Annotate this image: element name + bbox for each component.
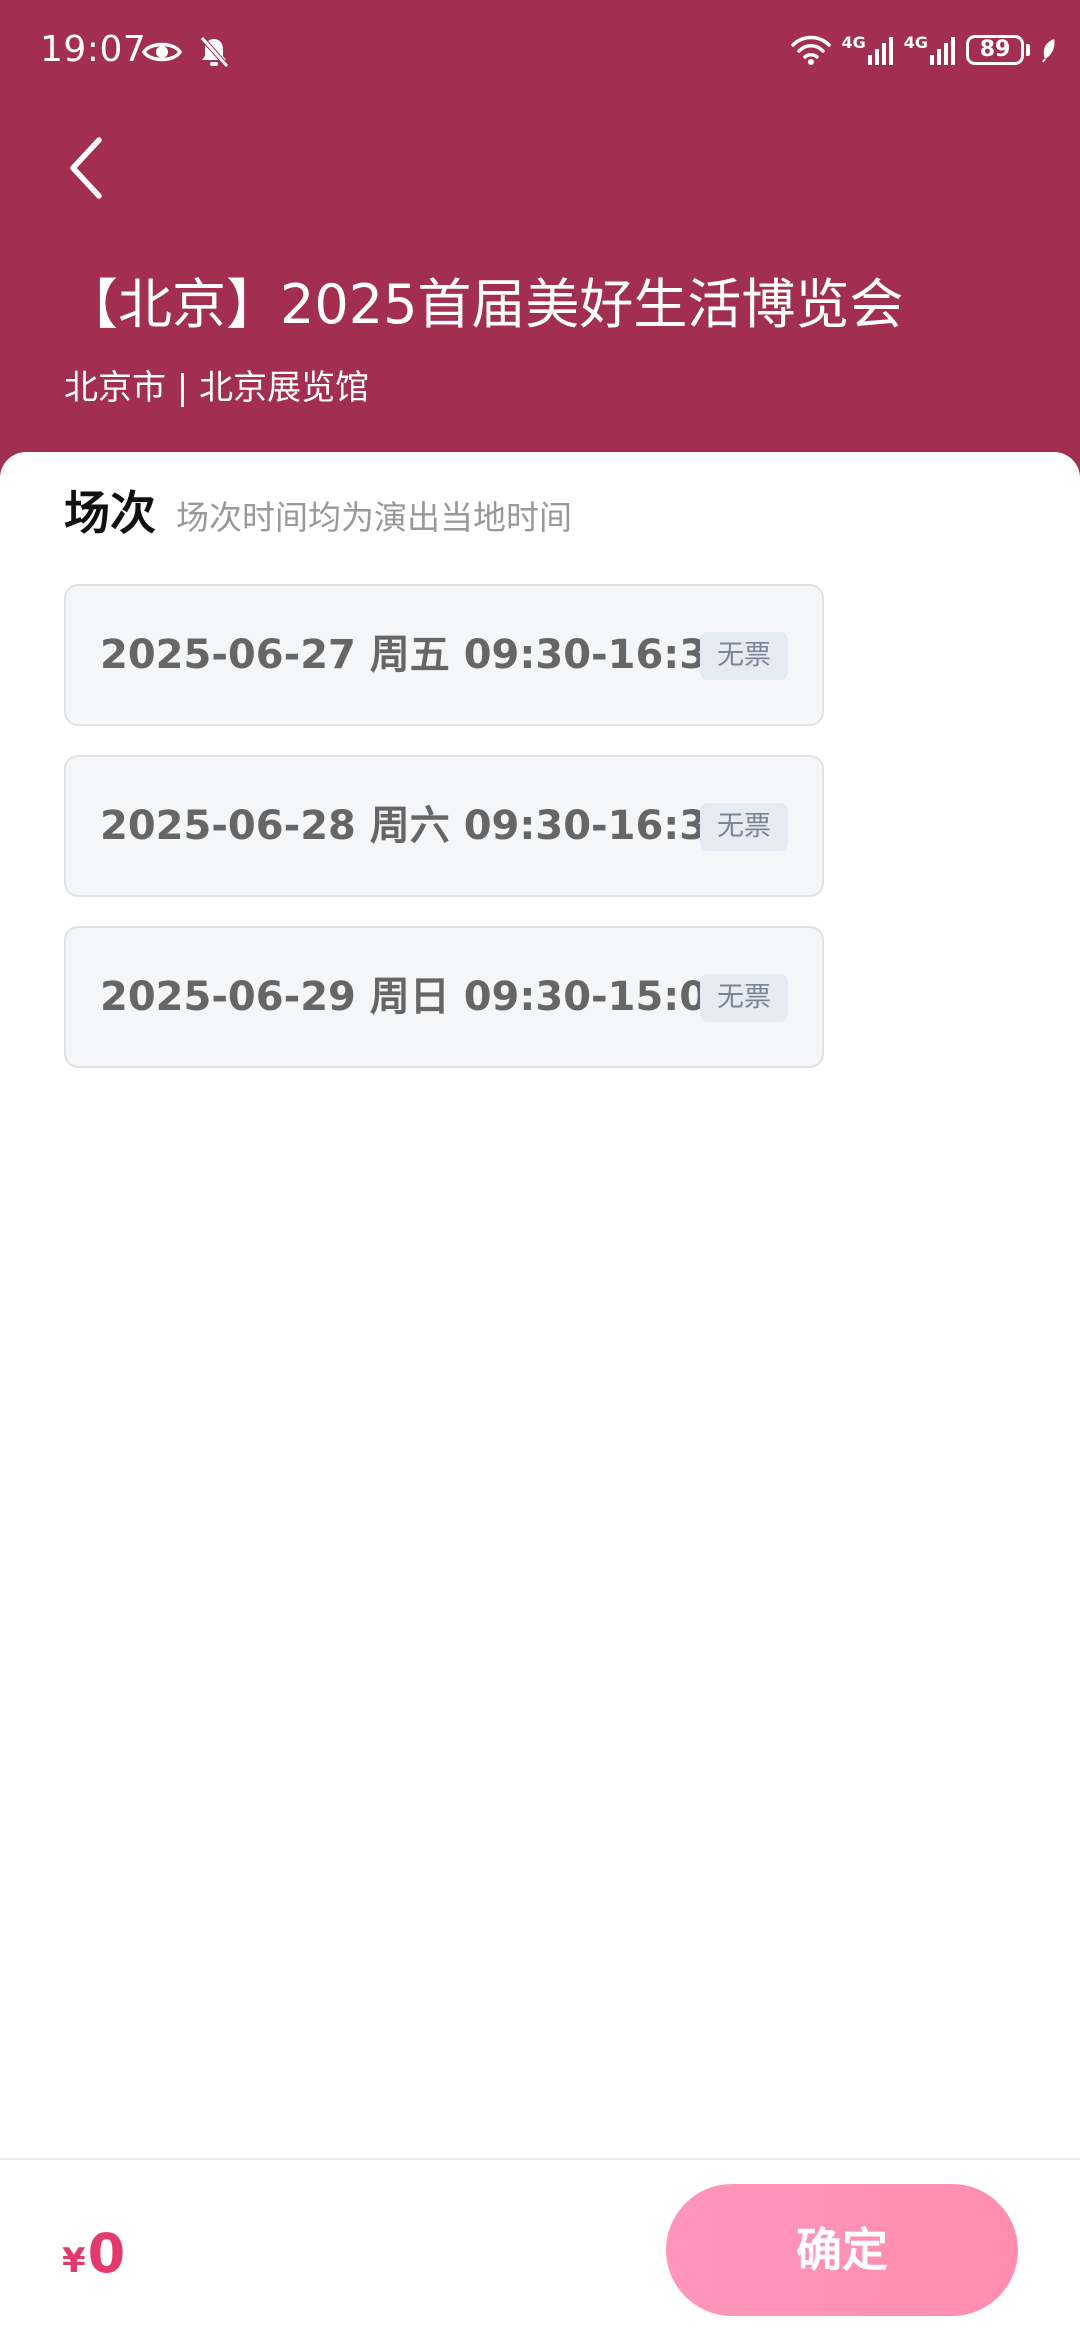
event-venue: 北京市 | 北京展览馆 [64, 368, 370, 408]
status-time: 19:07 [40, 29, 147, 70]
session-option[interactable]: 2025-06-28 周六 09:30-16:30 无票 [64, 755, 824, 897]
session-time: 2025-06-27 周五 09:30-16:30 [100, 632, 735, 678]
signal-2: 4G [904, 35, 956, 65]
session-time: 2025-06-29 周日 09:30-15:00 [100, 974, 735, 1020]
bell-off-icon [200, 36, 229, 68]
event-title: 【北京】2025首届美好生活博览会 [64, 273, 904, 336]
network-type-label: 4G [903, 33, 928, 52]
signal-1: 4G [841, 35, 893, 65]
signal-icon [867, 37, 893, 65]
section-note: 场次时间均为演出当地时间 [176, 498, 572, 537]
signal-icon [930, 37, 955, 65]
status-right-icons: 4G 4G 89 [791, 30, 1058, 70]
section-title: 场次 [64, 486, 156, 540]
chevron-left-icon [70, 137, 102, 199]
currency-symbol: ¥ [62, 2241, 86, 2281]
network-type-label: 4G [841, 33, 866, 52]
price-value: 0 [87, 2222, 126, 2285]
checkout-bar: ¥ 0 确定 [0, 2158, 1080, 2340]
wifi-icon [791, 35, 832, 65]
battery-tip [1026, 44, 1030, 56]
total-price: ¥ 0 [62, 2222, 125, 2285]
sold-out-badge: 无票 [700, 803, 788, 851]
session-sheet: 场次 场次时间均为演出当地时间 2025-06-27 周五 09:30-16:3… [0, 452, 1080, 2340]
session-option[interactable]: 2025-06-29 周日 09:30-15:00 无票 [64, 926, 824, 1068]
session-time: 2025-06-28 周六 09:30-16:30 [100, 803, 735, 849]
eye-icon [142, 42, 182, 62]
session-list: 2025-06-27 周五 09:30-16:30 无票 2025-06-28 … [64, 584, 824, 1097]
battery-icon: 89 [966, 35, 1024, 65]
battery-level: 89 [979, 37, 1011, 62]
back-button[interactable] [52, 128, 122, 208]
status-left-icons [142, 32, 230, 72]
sold-out-badge: 无票 [700, 632, 788, 680]
sold-out-badge: 无票 [700, 974, 788, 1022]
section-header: 场次 场次时间均为演出当地时间 [64, 482, 572, 544]
leaf-icon [1042, 39, 1055, 63]
session-option[interactable]: 2025-06-27 周五 09:30-16:30 无票 [64, 584, 824, 726]
confirm-button[interactable]: 确定 [666, 2184, 1018, 2316]
status-bar: 19:07 4G 4G 89 [0, 0, 1080, 100]
event-header: 19:07 4G 4G 89 【北京】2025首届美好生活博览会 北京市 | 北… [0, 0, 1080, 500]
